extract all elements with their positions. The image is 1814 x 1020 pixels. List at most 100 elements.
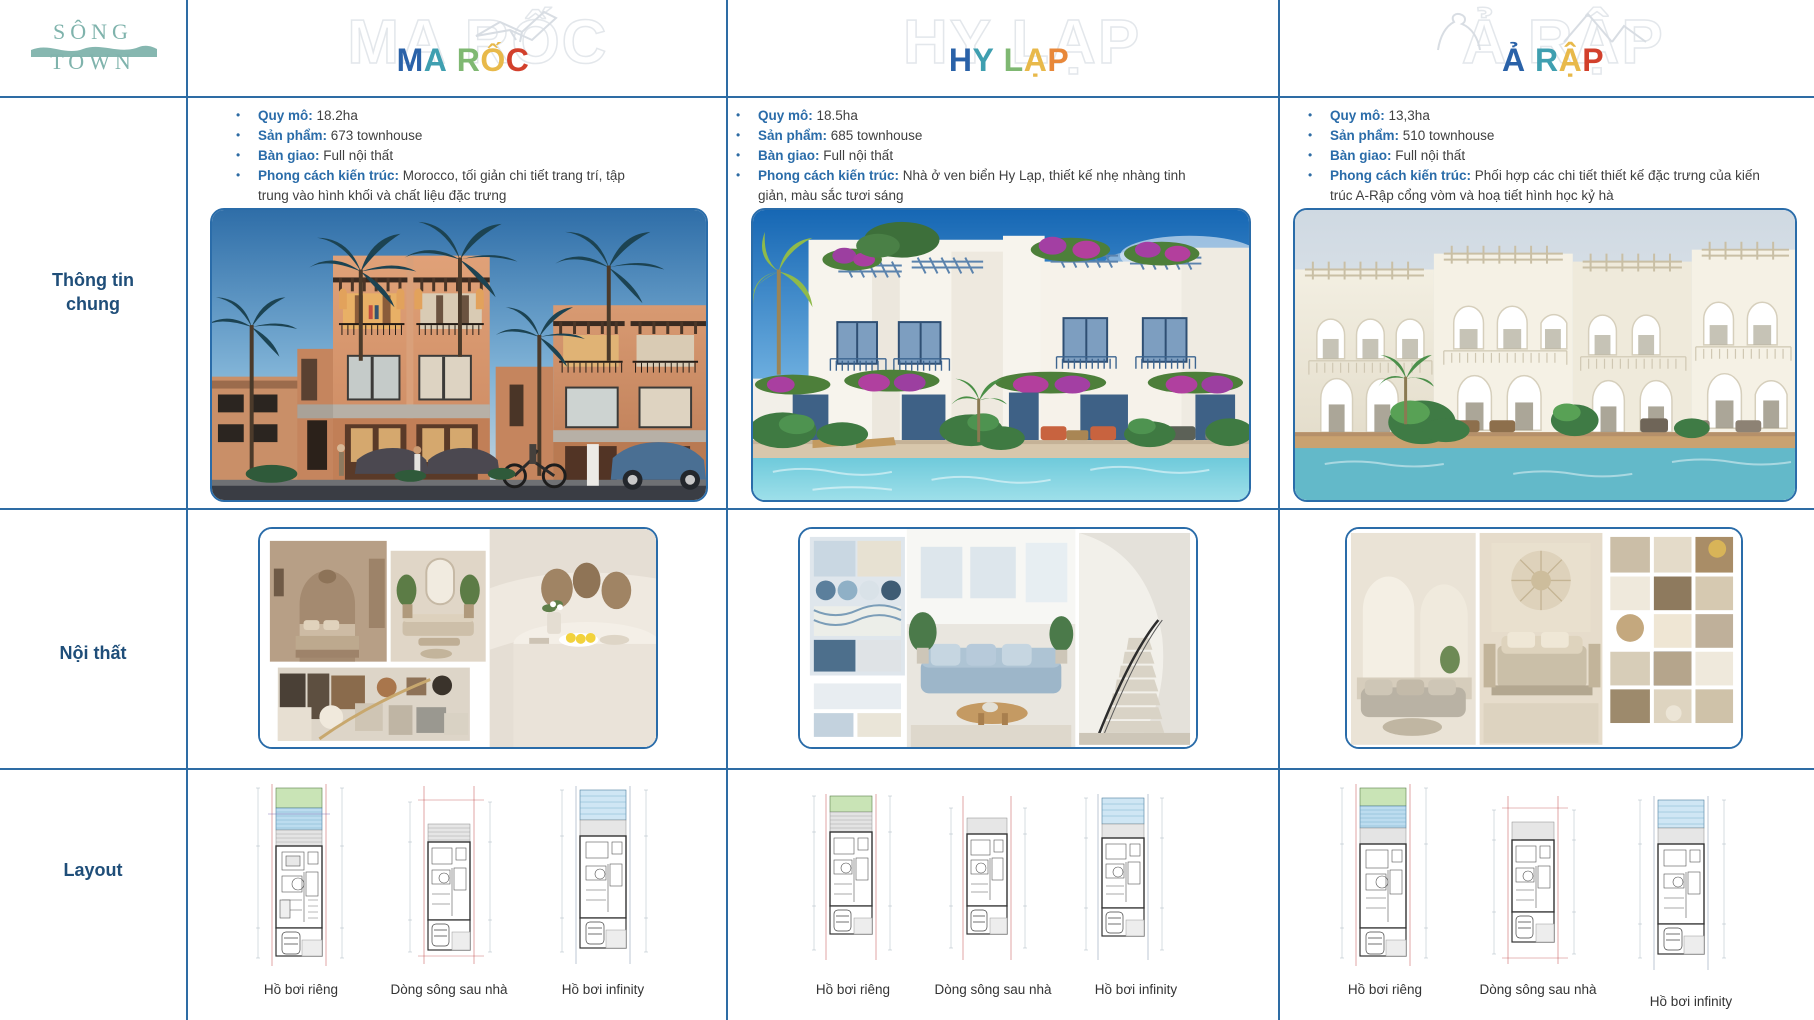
greece-render [753, 210, 1249, 500]
column-title-hy-lap: HY LẠP [948, 41, 1070, 78]
interior-board-a-rap[interactable] [1345, 527, 1743, 749]
info-value: 13,3ha [1388, 108, 1430, 123]
camel-icon [1437, 12, 1481, 51]
render-image-hy-lap[interactable] [751, 208, 1251, 502]
floorplan-hy-lap-2[interactable] [935, 790, 1039, 966]
info-value: Full nội thất [823, 148, 894, 164]
floorplan-hy-lap-1[interactable] [800, 790, 904, 966]
info-item: • Bàn giao: Full nội thất [236, 146, 656, 165]
info-value: 685 townhouse [830, 128, 923, 144]
floorplan-drawing [1626, 790, 1736, 975]
info-label: Bàn giao: [1330, 148, 1392, 164]
floorplan-caption: Hồ bơi infinity [1649, 994, 1733, 1009]
floorplan-drawing [246, 780, 356, 970]
tent-icon [1563, 12, 1647, 43]
floorplan-caption: Hồ bơi riêng [263, 982, 339, 997]
grid-vline-col2 [1278, 0, 1280, 1020]
arab-render [1295, 210, 1795, 500]
column-header-hy-lap: HY LẠP HY LẠP [728, 0, 1278, 96]
info-item: • Quy mô: 18.5ha [736, 106, 1186, 125]
floorplan-hy-lap-3[interactable] [1072, 790, 1176, 966]
floorplan-drawing [1478, 790, 1588, 970]
info-label: Phong cách kiến trúc: [1330, 168, 1472, 184]
morocco-mood-board [260, 529, 656, 747]
column-header-ma-roc: MA RỐC MA RỐC [188, 0, 726, 96]
floorplan-drawing [800, 790, 904, 966]
floorplan-a-rap-3[interactable] [1626, 790, 1736, 975]
row-label-thong-tin-chung: Thông tin chung [52, 270, 134, 315]
interior-board-hy-lap[interactable] [798, 527, 1198, 749]
info-label: Sản phẩm: [258, 128, 328, 144]
bullet-dot-icon: • [736, 128, 741, 143]
morocco-render [212, 210, 706, 500]
info-item: • Sản phẩm: 510 townhouse [1308, 126, 1778, 145]
brand-logo[interactable]: SÔNG TOWN [0, 0, 186, 98]
greece-mood-board [800, 529, 1196, 747]
floorplan-drawing [1072, 790, 1176, 966]
floorplan-ma-roc-2[interactable] [394, 780, 504, 970]
info-label: Bàn giao: [258, 148, 320, 164]
column-title-a-rap: Ả RẬP [1501, 41, 1605, 78]
bullet-dot-icon: • [1308, 168, 1313, 183]
floorplan-drawing [935, 790, 1039, 966]
info-label: Phong cách kiến trúc: [258, 168, 400, 184]
info-label: Sản phẩm: [758, 128, 828, 144]
info-label: Sản phẩm: [1330, 128, 1400, 144]
bullet-dot-icon: • [736, 108, 741, 122]
info-value: 673 townhouse [330, 128, 423, 144]
info-item: • Phong cách kiến trúc: Phối hợp các chi … [1308, 166, 1778, 204]
bullet-dot-icon: • [236, 108, 241, 122]
bullet-dot-icon: • [236, 128, 241, 143]
render-image-a-rap[interactable] [1293, 208, 1797, 502]
info-label: Phong cách kiến trúc: [758, 168, 900, 184]
info-value: Full nội thất [1395, 148, 1466, 164]
info-item: • Phong cách kiến trúc: Nhà ở ven biển Hy… [736, 166, 1186, 204]
info-item: • Bàn giao: Full nội thất [1308, 146, 1778, 165]
render-image-ma-roc[interactable] [210, 208, 708, 502]
info-item: • Phong cách kiến trúc: Morocco, tối giản… [236, 166, 656, 204]
brand-line-2: TOWN [50, 49, 136, 74]
floorplan-caption: Hồ bơi infinity [1094, 982, 1178, 997]
info-list-a-rap: • Quy mô: 13,3ha • Sản phẩm: 510 townhouse… [1308, 106, 1778, 206]
grid-hline-row2 [0, 768, 1814, 770]
info-value: 510 townhouse [1402, 128, 1495, 144]
grid-vline-logo [186, 0, 188, 1020]
column-title-ma-roc: MA RỐC [396, 41, 530, 78]
floorplan-ma-roc-1[interactable] [246, 780, 356, 970]
column-header-a-rap: Ả RẬP Ả RẬP [1280, 0, 1814, 96]
info-label: Quy mô: [258, 108, 313, 123]
row-label-layout: Layout [63, 860, 123, 880]
bird-icon [475, 10, 558, 43]
info-item: • Sản phẩm: 685 townhouse [736, 126, 1186, 145]
floorplan-drawing [1330, 780, 1440, 970]
info-item: • Bàn giao: Full nội thất [736, 146, 1186, 165]
info-item: • Sản phẩm: 673 townhouse [236, 126, 656, 145]
floorplan-drawing [394, 780, 504, 970]
floorplan-a-rap-2[interactable] [1478, 790, 1588, 970]
grid-vline-col1 [726, 0, 728, 1020]
row-label-noi-that: Nội thất [59, 643, 127, 663]
floorplan-caption: Hồ bơi riêng [1347, 982, 1423, 997]
info-value: Full nội thất [323, 148, 394, 164]
info-label: Quy mô: [758, 108, 813, 123]
info-item: • Quy mô: 18.2ha [236, 106, 656, 125]
info-label: Bàn giao: [758, 148, 820, 164]
bullet-dot-icon: • [236, 148, 241, 163]
bullet-dot-icon: • [236, 168, 241, 183]
slide-page: SÔNG TOWN MA RỐC MA RỐC HY LẠP HY LẠP Ả … [0, 0, 1814, 1020]
bullet-dot-icon: • [736, 168, 741, 183]
info-list-ma-roc: • Quy mô: 18.2ha • Sản phẩm: 673 townhouse… [236, 106, 656, 206]
bullet-dot-icon: • [1308, 108, 1313, 122]
floorplan-a-rap-1[interactable] [1330, 780, 1440, 970]
floorplan-ma-roc-3[interactable] [548, 780, 658, 970]
interior-board-ma-roc[interactable] [258, 527, 658, 749]
info-list-hy-lap: • Quy mô: 18.5ha • Sản phẩm: 685 townhouse… [736, 106, 1186, 206]
floorplan-caption: Hồ bơi infinity [561, 982, 645, 997]
info-item: • Quy mô: 13,3ha [1308, 106, 1778, 125]
grid-hline-header [0, 96, 1814, 98]
bullet-dot-icon: • [1308, 128, 1313, 143]
info-value: 18.5ha [816, 108, 858, 123]
grid-hline-row1 [0, 508, 1814, 510]
info-label: Quy mô: [1330, 108, 1385, 123]
bullet-dot-icon: • [736, 148, 741, 163]
